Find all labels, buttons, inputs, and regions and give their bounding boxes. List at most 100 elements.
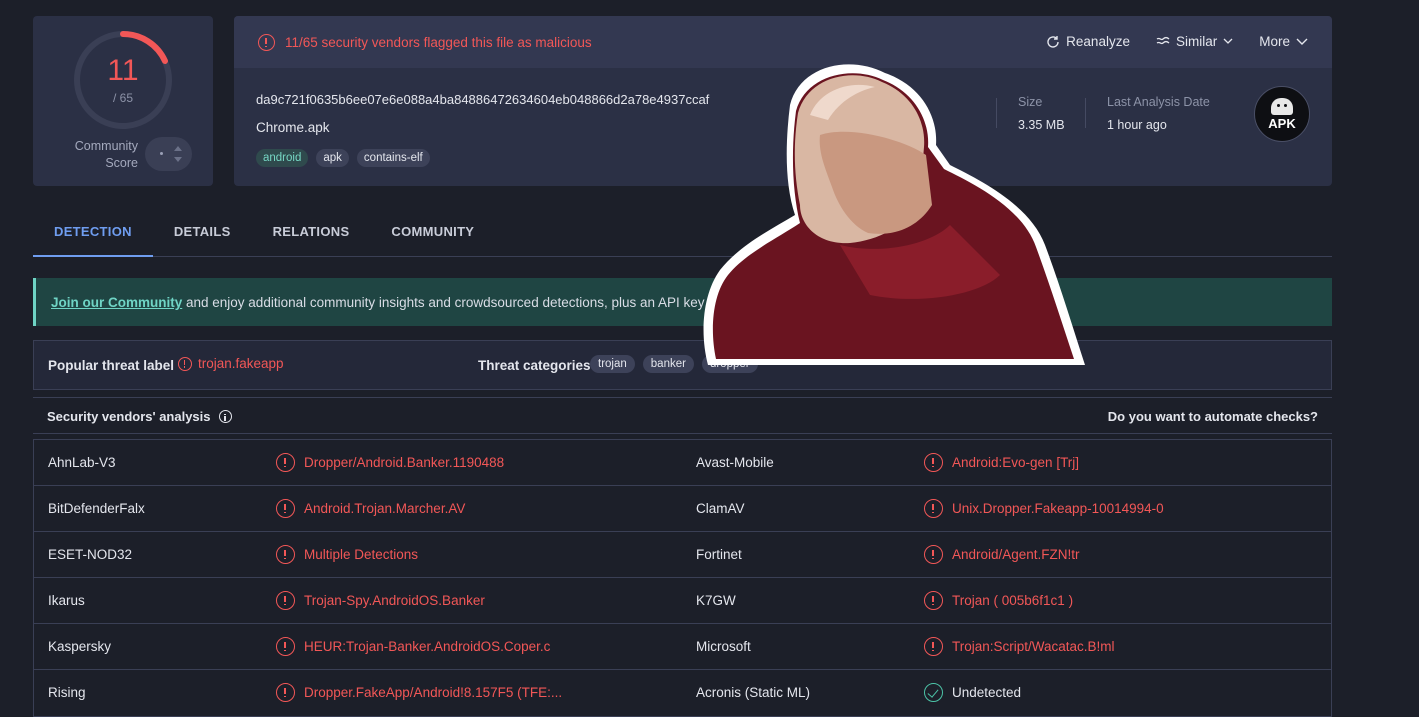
vendor-name: Microsoft [696, 639, 751, 654]
more-button[interactable]: More [1259, 34, 1308, 49]
result-text: HEUR:Trojan-Banker.AndroidOS.Coper.c [304, 639, 551, 654]
threat-categories-label: Threat categories [478, 358, 591, 373]
header-actions: Reanalyze Similar More [1046, 34, 1308, 49]
file-name: Chrome.apk [256, 120, 330, 135]
info-icon[interactable] [218, 410, 232, 423]
table-row: BitDefenderFalx Android.Trojan.Marcher.AV… [34, 486, 1331, 532]
vendor-result: Trojan ( 005b6f1c1 ) [924, 591, 1073, 610]
result-text: Dropper/Android.Banker.1190488 [304, 455, 505, 470]
threat-summary: Popular threat label trojan.fakeapp Thre… [33, 340, 1332, 390]
alert-circle-icon [258, 34, 275, 51]
vendor-results-table: AhnLab-V3 Dropper/Android.Banker.1190488 A… [33, 439, 1332, 717]
tab-relations[interactable]: RELATIONS [252, 212, 371, 257]
table-row: ESET-NOD32 Multiple Detections Fortinet And… [34, 532, 1331, 578]
reanalyze-label: Reanalyze [1066, 34, 1130, 49]
result-text: Trojan-Spy.AndroidOS.Banker [304, 593, 485, 608]
vendor-result: Dropper.FakeApp/Android!8.157F5 (TFE:... [276, 683, 562, 702]
detections-total: / 65 [112, 91, 133, 105]
popular-threat-value[interactable]: trojan.fakeapp [178, 356, 284, 371]
vendor-name: ESET-NOD32 [48, 547, 133, 562]
vendor-name: BitDefenderFalx [48, 501, 145, 516]
vendor-result: Android.Trojan.Marcher.AV [276, 499, 465, 518]
downvote-icon[interactable] [174, 157, 182, 162]
last-analysis-date: Last Analysis Date 1 hour ago [1107, 95, 1210, 132]
vendor-result: Android/Agent.FZN!tr [924, 545, 1080, 564]
automate-checks-link[interactable]: Do you want to automate checks? [1108, 409, 1318, 424]
vendor-name: Acronis (Static ML) [696, 685, 811, 700]
result-text: Multiple Detections [304, 547, 419, 562]
alert-circle-icon [924, 499, 943, 518]
chevron-down-icon [1296, 38, 1308, 45]
vendor-name: Avast-Mobile [696, 455, 774, 470]
tag-android[interactable]: android [256, 149, 309, 167]
alert-circle-icon [276, 591, 295, 610]
vendor-result: Android:Evo-gen [Trj] [924, 453, 1079, 472]
tab-detection[interactable]: DETECTION [33, 212, 153, 257]
alert-circle-icon [276, 545, 295, 564]
vendor-result: Multiple Detections [276, 545, 418, 564]
android-icon [1271, 98, 1293, 115]
result-text: Android/Agent.FZN!tr [952, 547, 1080, 562]
check-circle-icon [924, 683, 943, 702]
tab-community[interactable]: COMMUNITY [370, 212, 495, 257]
result-text: Trojan ( 005b6f1c1 ) [952, 593, 1074, 608]
file-hash[interactable]: da9c721f0635b6ee07e6e088a4ba848864726346… [256, 92, 709, 107]
warning-text: 11/65 security vendors flagged this file… [285, 35, 592, 50]
alert-circle-icon [924, 591, 943, 610]
community-banner: Join our Community and enjoy additional … [33, 278, 1332, 326]
vendor-name: Ikarus [48, 593, 85, 608]
result-text: Android.Trojan.Marcher.AV [304, 501, 466, 516]
tag-contains-elf[interactable]: contains-elf [356, 149, 430, 167]
vendor-name: K7GW [696, 593, 736, 608]
vendor-name: AhnLab-V3 [48, 455, 116, 470]
join-community-link[interactable]: Join our Community [51, 295, 182, 310]
refresh-icon [1047, 35, 1059, 48]
vendor-result: Dropper/Android.Banker.1190488 [276, 453, 504, 472]
vendor-name: ClamAV [696, 501, 745, 516]
alert-circle-icon [178, 356, 192, 371]
table-row: Rising Dropper.FakeApp/Android!8.157F5 (T… [34, 670, 1331, 716]
vendors-analysis-header: Security vendors' analysis Do you want t… [33, 397, 1332, 434]
tag-apk[interactable]: apk [316, 149, 349, 167]
alert-circle-icon [276, 637, 295, 656]
similar-icon [1156, 36, 1170, 44]
similar-label: Similar [1175, 34, 1218, 49]
table-row: Kaspersky HEUR:Trojan-Banker.AndroidOS.Co… [34, 624, 1331, 670]
date-value: 1 hour ago [1107, 118, 1167, 132]
alert-circle-icon [924, 453, 943, 472]
more-label: More [1259, 34, 1290, 49]
tab-details[interactable]: DETAILS [153, 212, 252, 257]
threat-label-text: trojan.fakeapp [198, 356, 284, 371]
detections-count: 11 [107, 54, 139, 87]
detection-score-card: 11 / 65 Community Score [33, 16, 213, 186]
result-text: Dropper.FakeApp/Android!8.157F5 (TFE:... [304, 685, 563, 700]
table-row: Ikarus Trojan-Spy.AndroidOS.Banker K7GW Tro… [34, 578, 1331, 624]
report-tabs: DETECTION DETAILS RELATIONS COMMUNITY [33, 212, 1332, 257]
popular-threat-label: Popular threat label [48, 358, 175, 373]
vendor-name: Fortinet [696, 547, 742, 562]
category-chip[interactable]: banker [642, 355, 694, 373]
alert-circle-icon [924, 545, 943, 564]
reanalyze-button[interactable]: Reanalyze [1046, 34, 1130, 49]
category-chip[interactable]: trojan [590, 355, 635, 373]
result-text: Undetected [952, 685, 1022, 700]
file-tags: android apk contains-elf [256, 149, 430, 167]
date-label: Last Analysis Date [1107, 95, 1210, 109]
alert-circle-icon [276, 453, 295, 472]
alert-circle-icon [276, 683, 295, 702]
community-score-vote[interactable] [145, 137, 192, 171]
vendor-result: HEUR:Trojan-Banker.AndroidOS.Coper.c [276, 637, 550, 656]
similar-button[interactable]: Similar [1156, 34, 1233, 49]
malicious-warning: 11/65 security vendors flagged this file… [258, 34, 592, 51]
upvote-icon[interactable] [174, 146, 182, 151]
alert-circle-icon [276, 499, 295, 518]
result-text: Android:Evo-gen [Trj] [952, 455, 1080, 470]
alert-circle-icon [924, 637, 943, 656]
title-text: Security vendors' analysis [47, 409, 211, 424]
chevron-down-icon [1223, 38, 1233, 44]
result-text: Trojan:Script/Wacatac.B!ml [952, 639, 1115, 654]
vendor-result: Unix.Dropper.Fakeapp-10014994-0 [924, 499, 1164, 518]
vendor-result: Undetected [924, 683, 1021, 702]
vendor-result: Trojan-Spy.AndroidOS.Banker [276, 591, 485, 610]
table-row: AhnLab-V3 Dropper/Android.Banker.1190488 A… [34, 440, 1331, 486]
